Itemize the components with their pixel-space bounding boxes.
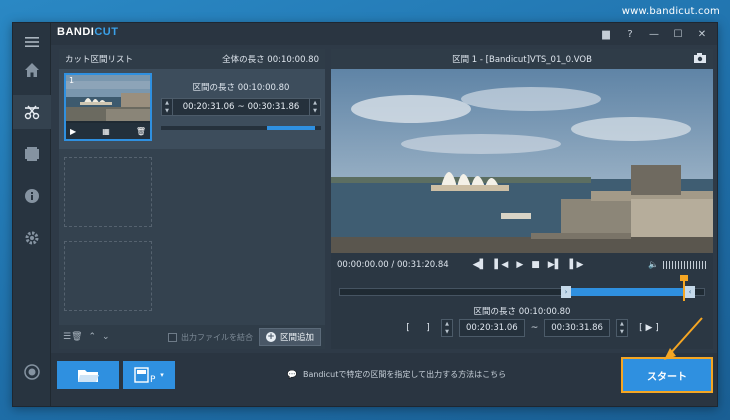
clip-position-fill	[266, 126, 315, 130]
camera-icon[interactable]	[693, 52, 707, 67]
delete-all-icon[interactable]: ☰🗑	[63, 332, 83, 342]
clip-position-bar	[161, 126, 321, 130]
minimize-button[interactable]: —	[643, 25, 665, 43]
website-watermark: www.bandicut.com	[621, 6, 720, 17]
bottom-bar: P ▾ 💬 Bandicutで特定の区間を指定して出力する方法はこちら スタート	[51, 353, 717, 406]
info-icon[interactable]	[13, 179, 51, 213]
svg-text:P: P	[150, 375, 156, 383]
merge-label: 出力ファイルを結合	[180, 332, 253, 342]
end-spinner[interactable]: ▲ ▼	[615, 319, 628, 337]
empty-clip-slot	[64, 157, 152, 227]
set-start-button[interactable]: [	[401, 321, 415, 335]
merge-checkbox[interactable]	[167, 332, 177, 342]
clip-end-time: 00:30:31.86	[247, 102, 300, 112]
section-timeline[interactable]: › ‹	[339, 275, 705, 301]
cut-list-toolbar: ☰🗑 ⌃ ⌄ 出力ファイルを結合 + 区間追加	[59, 325, 325, 349]
hint-text: Bandicutで特定の区間を指定して出力する方法はこちら	[302, 370, 507, 379]
play-icon[interactable]: ▶	[516, 260, 523, 270]
next-section-icon[interactable]: ▌▶	[570, 260, 584, 270]
volume-control[interactable]: 🔈	[648, 260, 707, 270]
cut-list-title: カット区間リスト	[65, 55, 134, 65]
plus-icon: +	[265, 332, 276, 342]
title-bar: BANDICUT ▆ ? — ☐ ✕	[51, 23, 717, 45]
section-end-field[interactable]: 00:30:31.86	[544, 319, 610, 337]
move-down-icon[interactable]: ⌄	[102, 332, 110, 342]
selected-range[interactable]	[567, 288, 689, 296]
bandicut-window: BANDICUT ▆ ? — ☐ ✕ カット区間リスト 全体の長さ 00:10:…	[12, 22, 718, 407]
clip-range-field[interactable]: 00:20:31.06 ~ 00:30:31.86	[173, 98, 309, 116]
chat-icon: 💬	[287, 370, 297, 379]
range-separator: ~	[530, 323, 539, 333]
chevron-down-icon[interactable]: ▾	[160, 371, 164, 379]
speaker-icon[interactable]: 🔈	[648, 260, 659, 270]
start-spinner[interactable]: ▲ ▼	[161, 98, 173, 116]
trash-icon[interactable]: 🗑	[136, 127, 146, 136]
window-controls: ▆ ? — ☐ ✕	[595, 25, 713, 43]
stop-icon[interactable]: ■	[531, 260, 540, 270]
add-section-button[interactable]: + 区間追加	[258, 328, 321, 346]
bandicut-logo: BANDICUT	[57, 26, 119, 38]
home-icon[interactable]	[13, 53, 51, 87]
range-end-handle[interactable]: ‹	[685, 286, 695, 298]
empty-clip-slot	[64, 241, 152, 311]
time-display: 00:00:00.00 / 00:31:20.84	[337, 260, 449, 270]
maximize-button[interactable]: ☐	[667, 25, 689, 43]
clip-thumbnail[interactable]: 1 ▶ ▦ 🗑	[64, 73, 152, 141]
preview-title: 区間 1 - [Bandicut]VTS_01_0.VOB	[452, 55, 592, 65]
cut-list: 1 ▶ ▦ 🗑 区間の長さ 00:10:00.80 ▲ ▼ 00:20:31.06…	[59, 69, 325, 325]
range-start-handle[interactable]: ›	[561, 286, 571, 298]
clip-length: 区間の長さ 00:10:00.80	[192, 83, 290, 93]
preview-panel: 区間 1 - [Bandicut]VTS_01_0.VOB 00:00:00.0…	[331, 49, 713, 349]
thumbnail-controls: ▶ ▦ 🗑	[66, 123, 150, 139]
section-range-editor: [ ] ▲ ▼ 00:20:31.06 ~ 00:30:31.86 ▲ ▼ [ ▶ …	[401, 319, 664, 337]
section-length: 区間の長さ 00:10:00.80	[473, 307, 571, 317]
cut-list-header: カット区間リスト 全体の長さ 00:10:00.80	[59, 49, 325, 69]
preview-header: 区間 1 - [Bandicut]VTS_01_0.VOB	[331, 49, 713, 69]
sidebar	[13, 23, 51, 406]
help-icon[interactable]: ?	[619, 25, 641, 43]
grid-icon[interactable]: ▦	[102, 127, 110, 136]
folder-icon[interactable]: ▆	[595, 25, 617, 43]
cut-section-panel: カット区間リスト 全体の長さ 00:10:00.80 1 ▶ ▦ 🗑 区間の長さ…	[59, 49, 325, 349]
list-item[interactable]: 1 ▶ ▦ 🗑 区間の長さ 00:10:00.80 ▲ ▼ 00:20:31.06…	[59, 69, 325, 149]
open-folder-button[interactable]	[57, 361, 119, 389]
prev-frame-icon[interactable]: ▌◀	[495, 260, 509, 270]
settings-gear-icon[interactable]	[13, 221, 51, 255]
play-range-button[interactable]: [ ▶ ]	[634, 321, 664, 335]
clip-range: ▲ ▼ 00:20:31.06 ~ 00:30:31.86 ▲ ▼	[161, 98, 321, 116]
record-icon[interactable]	[13, 355, 51, 389]
cut-icon[interactable]	[13, 95, 51, 129]
start-spinner[interactable]: ▲ ▼	[441, 319, 453, 337]
merge-option[interactable]: 出力ファイルを結合	[167, 332, 253, 343]
clip-start-time: 00:20:31.06	[182, 102, 235, 112]
move-up-icon[interactable]: ⌃	[89, 332, 97, 342]
set-end-button[interactable]: ]	[421, 321, 435, 335]
playhead[interactable]	[680, 275, 688, 301]
close-button[interactable]: ✕	[691, 25, 713, 43]
video-file-button[interactable]: P ▾	[123, 361, 175, 389]
prev-section-icon[interactable]: ◀▌	[473, 260, 487, 270]
clip-number: 1	[69, 76, 75, 85]
film-icon[interactable]	[13, 137, 51, 171]
range-separator: ~	[237, 102, 245, 112]
total-length: 全体の長さ 00:10:00.80	[222, 55, 319, 65]
playback-controls: 00:00:00.00 / 00:31:20.84 ◀▌ ▌◀ ▶ ■ ▶▌ ▌…	[331, 255, 713, 275]
clip-info: 区間の長さ 00:10:00.80 ▲ ▼ 00:20:31.06 ~ 00:30…	[161, 81, 321, 130]
video-preview[interactable]	[331, 69, 713, 253]
thumbnail-image	[66, 75, 150, 121]
start-button[interactable]: スタート	[621, 357, 713, 393]
section-start-field[interactable]: 00:20:31.06	[459, 319, 525, 337]
help-hint[interactable]: 💬 Bandicutで特定の区間を指定して出力する方法はこちら	[287, 369, 506, 380]
end-spinner[interactable]: ▲ ▼	[309, 98, 321, 116]
add-section-label: 区間追加	[279, 333, 314, 343]
next-frame-icon[interactable]: ▶▌	[548, 260, 562, 270]
volume-slider[interactable]	[663, 261, 707, 269]
transport-buttons: ◀▌ ▌◀ ▶ ■ ▶▌ ▌▶	[473, 260, 584, 270]
play-icon[interactable]: ▶	[70, 127, 76, 136]
